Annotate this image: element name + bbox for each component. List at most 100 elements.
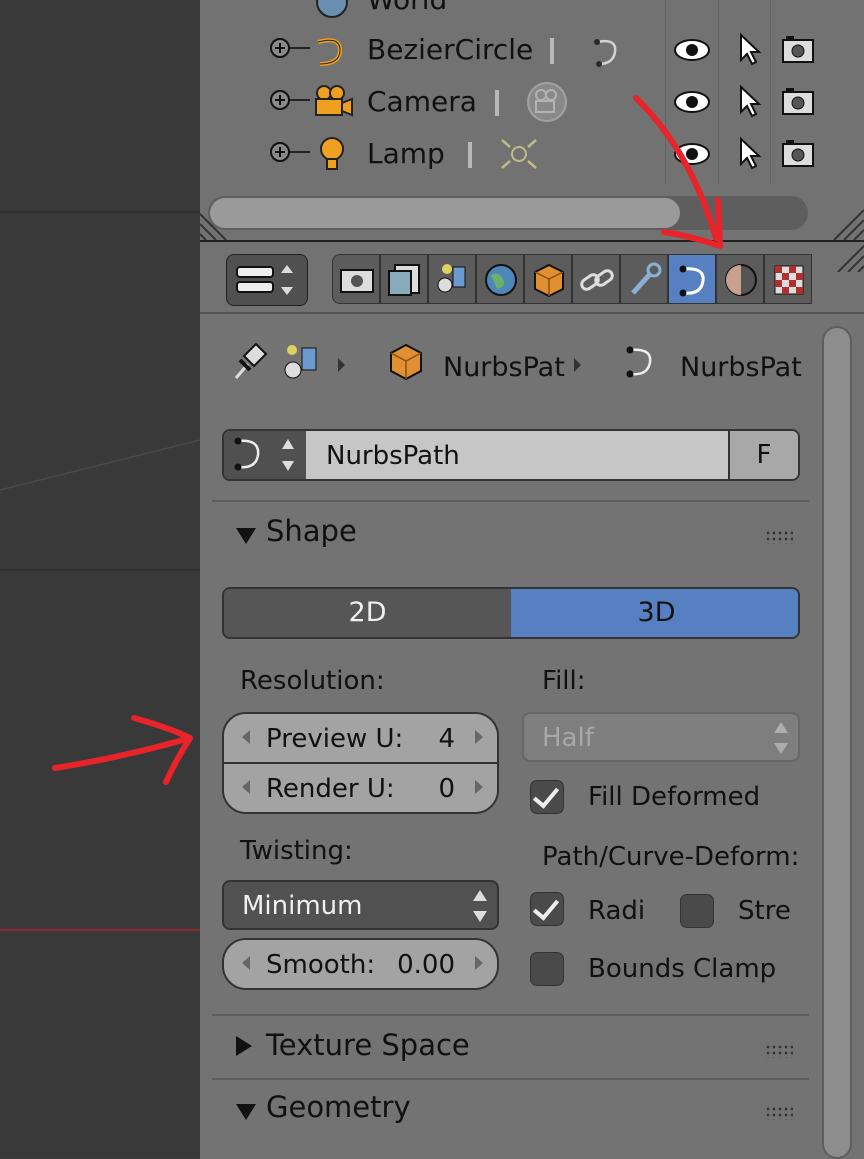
tab-object[interactable]: [524, 254, 572, 304]
2d-button[interactable]: 2D: [224, 589, 511, 637]
path-curve-deform-label: Path/Curve-Deform:: [542, 842, 800, 872]
scrollbar-thumb[interactable]: [824, 328, 850, 1157]
tab-curve-data[interactable]: [668, 254, 716, 304]
tab-world[interactable]: [476, 254, 524, 304]
stretch-checkbox[interactable]: [680, 894, 714, 928]
separator-bar: [495, 90, 499, 116]
datablock-name: NurbsPath: [326, 441, 460, 471]
expand-icon[interactable]: [270, 142, 290, 162]
object-icon: [390, 343, 422, 381]
outliner-row-camera[interactable]: Camera: [200, 76, 864, 128]
twisting-mode-dropdown[interactable]: Minimum: [222, 880, 499, 930]
fake-user-button[interactable]: F: [728, 431, 798, 479]
datablock-name-field[interactable]: NurbsPath: [306, 431, 730, 479]
twisting-label: Twisting:: [240, 836, 353, 866]
constraints-icon: [580, 269, 614, 291]
panel-divider: [212, 500, 809, 502]
geometry-panel-title[interactable]: Geometry: [266, 1090, 411, 1124]
scrollbar-thumb[interactable]: [210, 198, 680, 228]
breadcrumb-object[interactable]: NurbsPat: [443, 352, 565, 383]
collapse-triangle-icon[interactable]: [236, 528, 256, 544]
increment-arrow-icon[interactable]: [475, 956, 483, 970]
world-icon: [316, 0, 348, 18]
curve-datablock-selector[interactable]: NurbsPath F: [222, 429, 800, 481]
preview-u-value: 4: [438, 724, 455, 754]
breadcrumb-separator: [574, 358, 581, 372]
bounds-clamp-checkbox[interactable]: [530, 952, 564, 986]
render-layers-icon: [388, 264, 420, 296]
viewport-grid: [0, 211, 200, 931]
dropdown-arrows-icon: [473, 890, 487, 922]
area-split-handle[interactable]: [832, 242, 864, 272]
increment-arrow-icon[interactable]: [475, 780, 483, 794]
texture-icon: [774, 265, 804, 295]
eye-icon[interactable]: [672, 36, 712, 64]
render-icon[interactable]: [780, 34, 816, 66]
texture-space-panel-title[interactable]: Texture Space: [266, 1028, 470, 1062]
curve-object-icon: [317, 38, 343, 66]
cursor-icon[interactable]: [735, 136, 763, 172]
preview-u-field[interactable]: Preview U: 4: [224, 714, 497, 762]
render-icon[interactable]: [780, 138, 816, 170]
editor-type-selector[interactable]: [226, 254, 308, 306]
scene-icon: [437, 264, 466, 293]
outliner-horizontal-scrollbar[interactable]: [208, 196, 808, 230]
breadcrumb-data[interactable]: NurbsPat: [680, 352, 802, 383]
curve-data-icon: [679, 265, 705, 297]
3d-button[interactable]: 3D: [511, 589, 798, 637]
material-icon: [725, 264, 757, 296]
decrement-arrow-icon[interactable]: [242, 780, 250, 794]
fill-label: Fill:: [542, 666, 586, 696]
tab-render[interactable]: [332, 254, 380, 304]
preview-u-label: Preview U:: [266, 724, 404, 754]
tab-scene[interactable]: [428, 254, 476, 304]
eye-icon[interactable]: [672, 88, 712, 116]
smooth-value: 0.00: [397, 950, 455, 980]
decrement-arrow-icon[interactable]: [242, 730, 250, 744]
curve-data-icon[interactable]: [583, 28, 633, 72]
tab-texture[interactable]: [764, 254, 812, 304]
panel-drag-grip[interactable]: [765, 530, 793, 544]
panel-drag-grip[interactable]: [765, 1044, 793, 1058]
camera-object-icon: [315, 85, 353, 117]
properties-scrollbar[interactable]: [822, 326, 852, 1159]
increment-arrow-icon[interactable]: [475, 730, 483, 744]
outliner-item-label: Camera: [367, 85, 477, 118]
pin-icon[interactable]: [226, 338, 272, 384]
cursor-icon[interactable]: [735, 32, 763, 68]
decrement-arrow-icon[interactable]: [242, 956, 250, 970]
area-split-handle[interactable]: [828, 206, 864, 240]
outliner-row-lamp[interactable]: Lamp: [200, 128, 864, 180]
expand-triangle-icon[interactable]: [236, 1036, 252, 1056]
eye-icon[interactable]: [672, 140, 712, 168]
fill-deformed-label: Fill Deformed: [588, 782, 761, 812]
outliner-row-world[interactable]: World: [200, 0, 864, 26]
separator-bar: [550, 38, 554, 64]
collapse-triangle-icon[interactable]: [236, 1104, 256, 1120]
fill-mode-value: Half: [542, 723, 594, 753]
tab-render-layers[interactable]: [380, 254, 428, 304]
expand-icon[interactable]: [270, 90, 290, 110]
render-icon[interactable]: [780, 86, 816, 118]
smooth-field[interactable]: Smooth: 0.00: [224, 940, 497, 988]
datablock-browse-button[interactable]: [224, 431, 306, 479]
outliner-row-beziercircle[interactable]: BezierCircle: [200, 24, 864, 76]
resolution-fields: Preview U: 4 Render U: 0: [222, 712, 499, 814]
breadcrumb-separator: [338, 358, 345, 372]
fill-mode-dropdown[interactable]: Half: [522, 712, 800, 762]
tab-material[interactable]: [716, 254, 764, 304]
tab-modifiers[interactable]: [620, 254, 668, 304]
camera-data-icon[interactable]: [522, 80, 572, 124]
shape-panel-title[interactable]: Shape: [266, 514, 357, 548]
radius-checkbox[interactable]: [530, 892, 564, 926]
3d-viewport[interactable]: [0, 0, 200, 1157]
expand-icon[interactable]: [270, 38, 290, 58]
cursor-icon[interactable]: [735, 84, 763, 120]
panel-drag-grip[interactable]: [765, 1106, 793, 1120]
fill-deformed-checkbox[interactable]: [530, 780, 564, 814]
panel-divider: [212, 1078, 809, 1080]
lamp-data-icon[interactable]: [494, 132, 544, 176]
render-u-field[interactable]: Render U: 0: [224, 762, 497, 812]
tab-constraints[interactable]: [572, 254, 620, 304]
outliner-item-label: Lamp: [367, 137, 445, 170]
